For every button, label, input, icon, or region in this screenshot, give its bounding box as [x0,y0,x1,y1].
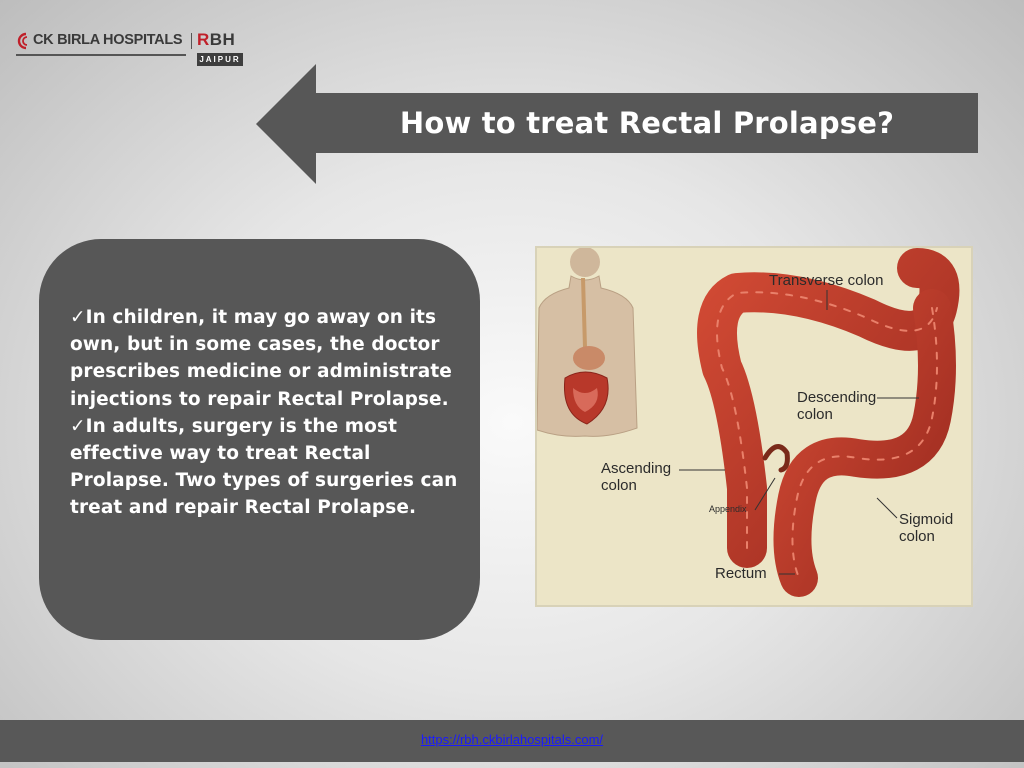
bullet-list: ✓In children, it may go away on its own,… [70,304,470,522]
label-appendix: Appendix [709,504,747,514]
label-sigmoid-2: colon [899,528,935,545]
label-transverse-colon: Transverse colon [769,272,884,289]
logo-rbh-accent: R [197,30,210,49]
label-descending-2: colon [797,406,833,423]
logo-rbh: RBH [197,30,235,50]
hospital-logo: CK BIRLA HOSPITALS RBH JAIPUR [16,30,243,70]
slide-title: How to treat Rectal Prolapse? [399,106,895,140]
bullet-item: ✓In children, it may go away on its own,… [70,307,452,410]
logo-mark-icon [17,32,28,50]
footer-bar: https://rbh.ckbirlahospitals.com/ [0,720,1024,762]
logo-underline [16,54,186,56]
bullet-item: ✓In adults, surgery is the most effectiv… [70,415,458,519]
logo-separator [191,33,192,49]
colon-illustration: Transverse colon Descending colon Ascend… [537,248,960,597]
label-ascending-2: colon [601,477,637,494]
logo-hospital-name: CK BIRLA HOSPITALS [33,32,183,48]
label-descending-1: Descending [797,389,876,406]
logo-city: JAIPUR [197,53,243,66]
website-link[interactable]: https://rbh.ckbirlahospitals.com/ [0,732,1024,747]
torso-figure [537,248,638,437]
label-ascending-1: Ascending [601,460,671,477]
colon-anatomy-image: Transverse colon Descending colon Ascend… [535,246,973,607]
label-sigmoid-1: Sigmoid [899,511,953,528]
label-rectum: Rectum [715,565,767,582]
logo-rbh-rest: BH [209,30,236,49]
